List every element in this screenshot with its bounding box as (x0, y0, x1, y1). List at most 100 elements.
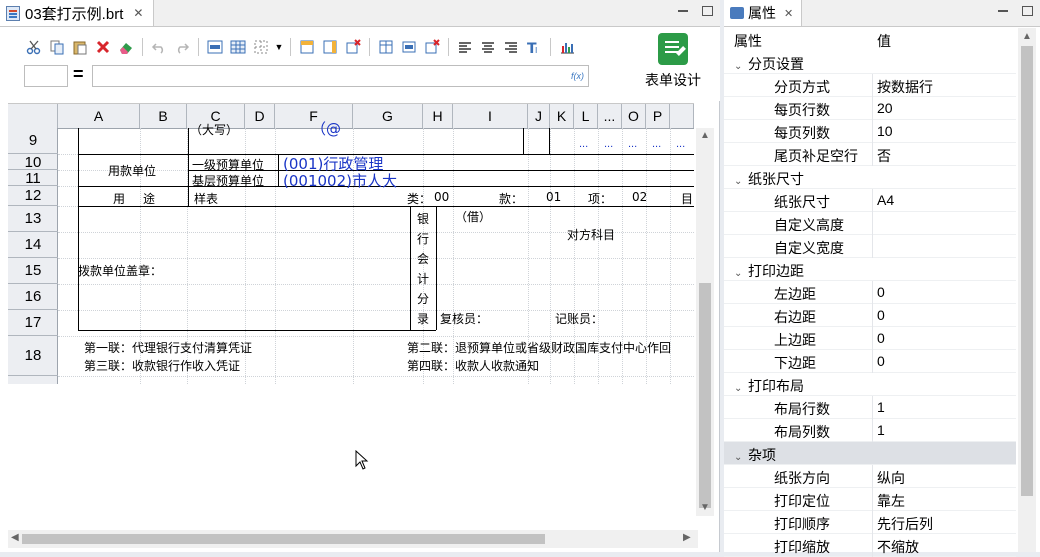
row-header[interactable]: 12 (8, 186, 58, 206)
column-header[interactable]: B (140, 104, 187, 128)
row-header[interactable]: 10 (8, 154, 58, 171)
scroll-up-icon[interactable]: ▲ (700, 130, 710, 141)
border-icon[interactable] (251, 37, 271, 57)
property-row[interactable]: 左边距 0 (724, 281, 1016, 304)
editor-tab[interactable]: 03套打示例.brt ✕ (0, 0, 154, 26)
merge-cells-icon[interactable] (205, 37, 225, 57)
property-value[interactable]: 0 (877, 307, 885, 323)
column-header[interactable]: G (353, 104, 423, 128)
grid-vertical-scrollbar[interactable]: ▲ ▼ (696, 128, 714, 516)
undo-icon[interactable] (149, 37, 169, 57)
property-category[interactable]: ⌄ 纸张尺寸 (724, 166, 1016, 189)
property-value[interactable]: 纵向 (877, 468, 905, 488)
property-row[interactable]: 纸张方向 纵向 (724, 465, 1016, 488)
column-header[interactable]: A (58, 104, 140, 128)
row-header[interactable]: 17 (8, 310, 58, 336)
property-row[interactable]: 每页列数 10 (724, 120, 1016, 143)
property-value[interactable]: 0 (877, 284, 885, 300)
property-row[interactable]: 打印顺序 先行后列 (724, 511, 1016, 534)
chevron-down-icon[interactable]: ⌄ (734, 383, 748, 394)
corner-cell[interactable] (8, 104, 58, 128)
scrollbar-thumb[interactable] (699, 283, 711, 508)
freeze-rows-icon[interactable] (376, 37, 396, 57)
delete-row-icon[interactable] (343, 37, 363, 57)
close-icon[interactable]: ✕ (133, 6, 143, 20)
chevron-down-icon[interactable]: ⌄ (734, 61, 748, 72)
property-row[interactable]: 打印定位 靠左 (724, 488, 1016, 511)
property-value[interactable]: 20 (877, 100, 893, 116)
property-row[interactable]: 上边距 0 (724, 327, 1016, 350)
maximize-icon[interactable] (700, 4, 714, 18)
row-header[interactable]: 13 (8, 206, 58, 232)
property-row[interactable]: 布局列数 1 (724, 419, 1016, 442)
column-header[interactable]: O (622, 104, 646, 128)
table-grid-icon[interactable] (228, 37, 248, 57)
property-row[interactable]: 尾页补足空行 否 (724, 143, 1016, 166)
property-value[interactable]: 否 (877, 146, 891, 166)
property-category[interactable]: ⌄ 打印边距 (724, 258, 1016, 281)
scrollbar-thumb[interactable] (1021, 46, 1033, 496)
function-icon[interactable]: f(x) (571, 71, 584, 81)
row-header[interactable]: 18 (8, 336, 58, 376)
properties-scrollbar[interactable]: ▲ (1018, 28, 1036, 552)
scroll-down-icon[interactable]: ▼ (700, 502, 710, 513)
column-header-overflow[interactable] (670, 104, 694, 128)
property-value[interactable]: A4 (877, 192, 894, 208)
property-row[interactable]: 下边距 0 (724, 350, 1016, 373)
chevron-down-icon[interactable]: ⌄ (734, 268, 748, 279)
property-row[interactable]: 每页行数 20 (724, 97, 1016, 120)
column-header[interactable]: J (528, 104, 550, 128)
eraser-icon[interactable] (116, 37, 136, 57)
clear-format-icon[interactable] (422, 37, 442, 57)
property-row[interactable]: 布局行数 1 (724, 396, 1016, 419)
property-value[interactable]: 10 (877, 123, 893, 139)
align-right-icon[interactable] (501, 37, 521, 57)
chevron-down-icon[interactable]: ▼ (274, 37, 284, 57)
property-value[interactable]: 1 (877, 399, 885, 415)
chevron-down-icon[interactable]: ⌄ (734, 176, 748, 187)
split-cell-icon[interactable] (399, 37, 419, 57)
insert-column-icon[interactable] (320, 37, 340, 57)
column-header[interactable]: D (245, 104, 275, 128)
property-category[interactable]: ⌄ 打印布局 (724, 373, 1016, 396)
text-style-icon[interactable]: TI (524, 37, 544, 57)
property-category[interactable]: ⌄ 杂项 (724, 442, 1016, 465)
minimize-icon[interactable] (996, 4, 1010, 18)
property-row[interactable]: 自定义高度 (724, 212, 1016, 235)
scroll-up-icon[interactable]: ▲ (1022, 31, 1032, 42)
property-row[interactable]: 纸张尺寸 A4 (724, 189, 1016, 212)
form-design-button[interactable]: 表单设计 (638, 33, 708, 93)
chevron-down-icon[interactable]: ⌄ (734, 452, 748, 463)
column-header[interactable]: P (646, 104, 670, 128)
insert-row-icon[interactable] (297, 37, 317, 57)
delete-icon[interactable] (93, 37, 113, 57)
redo-icon[interactable] (172, 37, 192, 57)
property-row[interactable]: 自定义宽度 (724, 235, 1016, 258)
row-header[interactable]: 11 (8, 170, 58, 187)
chart-icon[interactable] (557, 37, 577, 57)
column-header[interactable]: I (453, 104, 528, 128)
property-value[interactable]: 1 (877, 422, 885, 438)
property-row[interactable]: 打印缩放 不缩放 (724, 534, 1016, 557)
row-header[interactable]: 15 (8, 258, 58, 284)
column-header[interactable]: H (423, 104, 453, 128)
scroll-left-icon[interactable]: ◀ (11, 532, 19, 543)
align-left-icon[interactable] (455, 37, 475, 57)
copy-icon[interactable] (47, 37, 67, 57)
paste-icon[interactable] (70, 37, 90, 57)
row-header[interactable]: 9 (8, 128, 58, 154)
align-center-icon[interactable] (478, 37, 498, 57)
property-value[interactable]: 按数据行 (877, 77, 933, 97)
property-value[interactable]: 不缩放 (877, 537, 919, 557)
formula-input[interactable]: f(x) (92, 65, 589, 87)
minimize-icon[interactable] (676, 4, 690, 18)
column-header[interactable]: ... (598, 104, 622, 128)
row-header[interactable]: 16 (8, 284, 58, 310)
property-row[interactable]: 右边距 0 (724, 304, 1016, 327)
property-row[interactable]: 分页方式 按数据行 (724, 74, 1016, 97)
property-value[interactable]: 0 (877, 353, 885, 369)
scrollbar-thumb[interactable] (22, 534, 545, 544)
scroll-right-icon[interactable]: ▶ (683, 532, 691, 543)
cell-reference-field[interactable] (24, 65, 68, 87)
column-header[interactable]: L (574, 104, 598, 128)
